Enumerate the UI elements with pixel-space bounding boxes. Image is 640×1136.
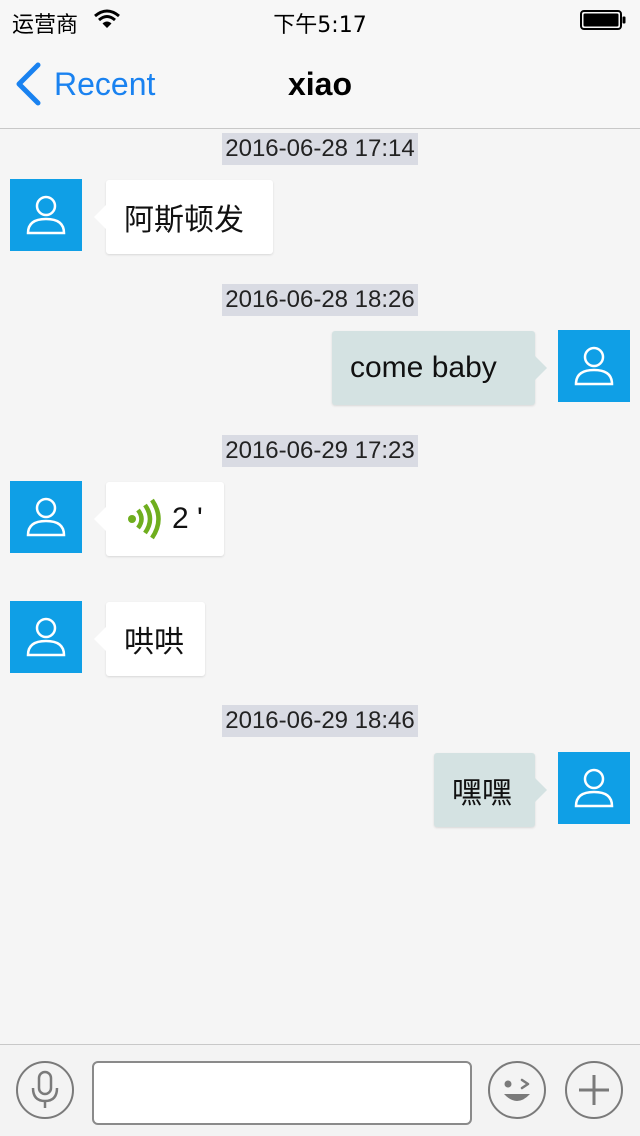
message-input[interactable] (92, 1061, 472, 1125)
chat-screen: 运营商 下午5:17 Recent xiao 2016-06-28 17:14 (0, 0, 640, 1136)
voice-message-bubble[interactable]: 2 ' (94, 482, 224, 556)
plus-icon (579, 1075, 609, 1105)
message-bubble-incoming[interactable]: 哄哄 (94, 602, 205, 676)
avatar[interactable] (558, 330, 630, 402)
avatar[interactable] (10, 601, 82, 673)
message-timestamp: 2016-06-29 17:23 (0, 435, 640, 467)
user-icon (574, 346, 614, 386)
message-bubble-incoming[interactable]: 阿斯顿发 (94, 180, 273, 254)
navigation-bar: Recent xiao (0, 40, 640, 129)
voice-wave-icon (128, 498, 161, 540)
status-bar: 运营商 下午5:17 (0, 0, 640, 40)
message-timestamp: 2016-06-28 18:26 (0, 284, 640, 316)
message-timestamp: 2016-06-28 17:14 (0, 133, 640, 165)
avatar[interactable] (10, 179, 82, 251)
voice-input-button[interactable] (16, 1061, 74, 1119)
battery-icon (580, 10, 626, 30)
user-icon (26, 195, 66, 235)
emoji-button[interactable] (488, 1061, 546, 1119)
avatar[interactable] (10, 481, 82, 553)
user-icon (574, 768, 614, 808)
status-time: 下午5:17 (273, 13, 367, 38)
emoji-icon (504, 1078, 530, 1101)
page-title: xiao (287, 66, 353, 102)
avatar[interactable] (558, 752, 630, 824)
input-bar (0, 1044, 640, 1136)
microphone-icon (31, 1070, 59, 1108)
message-timestamp: 2016-06-29 18:46 (0, 705, 640, 737)
user-icon (26, 617, 66, 657)
message-bubble-outgoing[interactable]: 嘿嘿 (434, 753, 547, 827)
message-bubble-outgoing[interactable]: come baby (332, 331, 547, 405)
add-attachment-button[interactable] (565, 1061, 623, 1119)
user-icon (26, 497, 66, 537)
